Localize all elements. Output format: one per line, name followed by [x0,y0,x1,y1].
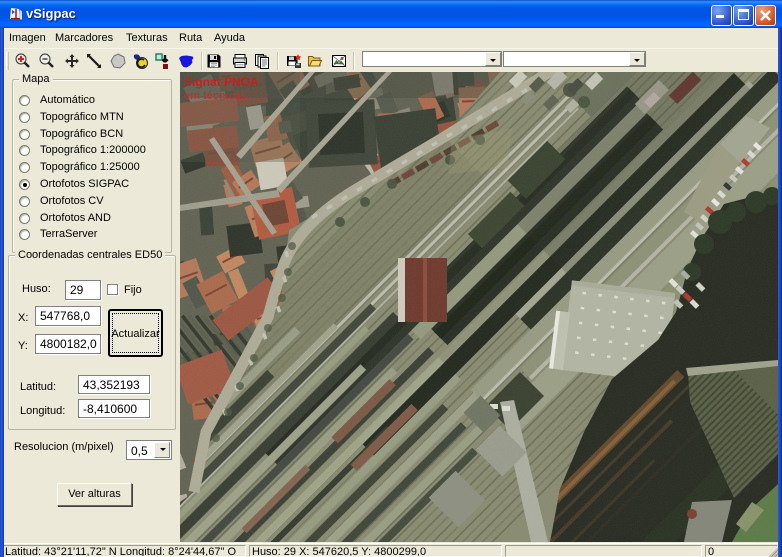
svg-text:Signat PNOA: Signat PNOA [184,75,259,89]
svg-text:em técnicas: em técnicas [184,90,247,102]
